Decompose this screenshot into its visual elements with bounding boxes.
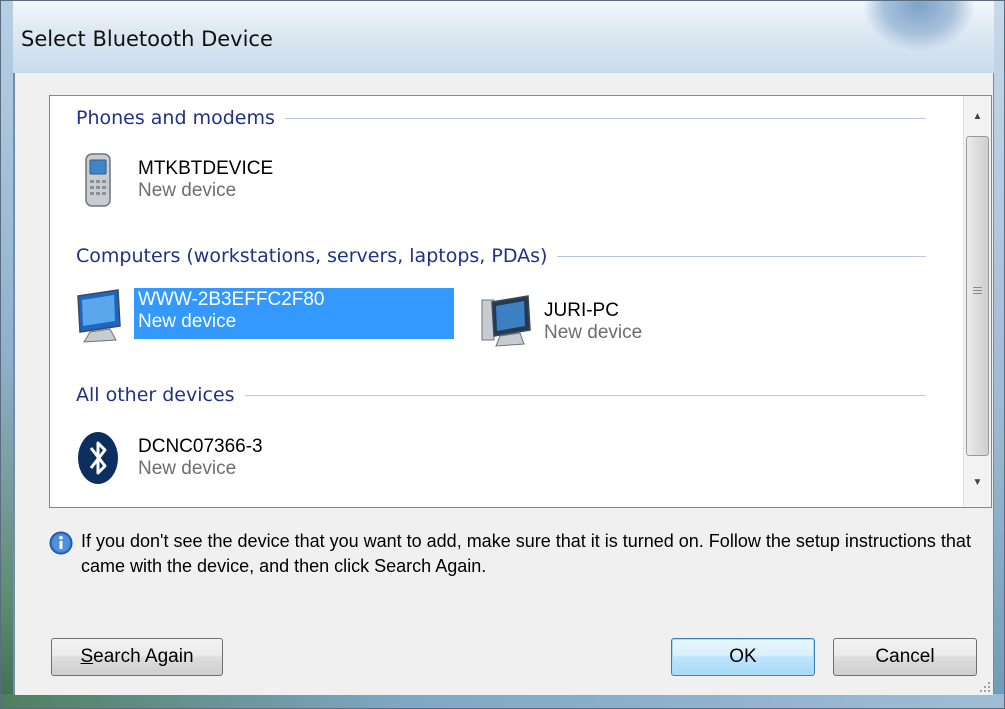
window-title: Select Bluetooth Device <box>21 27 273 51</box>
group-divider <box>557 255 926 257</box>
group-label: Computers (workstations, servers, laptop… <box>76 245 548 267</box>
device-item-www-2b3effc2f80[interactable]: WWW-2B3EFFC2F80 New device <box>72 288 454 350</box>
grip-icon <box>973 287 982 296</box>
search-again-button[interactable]: Search Again <box>51 638 223 676</box>
window-frame-right <box>994 1 1004 708</box>
phone-icon <box>85 153 111 207</box>
scrollbar-thumb[interactable] <box>966 136 989 456</box>
dialog-client-area: Phones and modems MTKBTDEVICE New device <box>15 73 993 695</box>
device-status: New device <box>138 180 237 201</box>
device-status: New device <box>138 311 237 332</box>
scroll-down-icon[interactable]: ▼ <box>965 468 990 496</box>
group-divider <box>244 394 926 396</box>
device-name: MTKBTDEVICE <box>138 158 274 179</box>
cancel-button[interactable]: Cancel <box>833 638 977 676</box>
group-label: All other devices <box>76 384 235 406</box>
group-label: Phones and modems <box>76 107 275 129</box>
device-status: New device <box>544 322 643 343</box>
device-item-mtkbtdevice[interactable]: MTKBTDEVICE New device <box>72 152 277 214</box>
device-item-juri-pc[interactable]: JURI-PC New device <box>478 294 646 356</box>
device-item-dcnc07366-3[interactable]: DCNC07366-3 New device <box>72 430 267 492</box>
resize-grip-icon[interactable] <box>977 679 991 693</box>
info-text: If you don't see the device that you wan… <box>81 531 971 576</box>
window-frame-left <box>1 1 13 708</box>
device-name: WWW-2B3EFFC2F80 <box>138 289 325 310</box>
ok-label: OK <box>729 646 757 667</box>
vertical-scrollbar[interactable]: ▲ ▼ <box>963 96 991 507</box>
group-header-computers: Computers (workstations, servers, laptop… <box>76 244 926 268</box>
info-message: If you don't see the device that you wan… <box>49 529 979 579</box>
window-frame-bottom <box>1 694 1004 708</box>
device-name: DCNC07366-3 <box>138 436 263 457</box>
search-again-accel: S <box>80 646 94 667</box>
device-name: JURI-PC <box>544 300 619 321</box>
computer-icon <box>481 295 531 347</box>
bluetooth-icon <box>78 432 118 484</box>
title-bar[interactable]: Select Bluetooth Device <box>1 1 1004 73</box>
device-status: New device <box>138 458 237 479</box>
cancel-label: Cancel <box>875 646 935 667</box>
title-bar-glow <box>864 1 974 51</box>
computer-icon <box>77 289 121 343</box>
ok-button[interactable]: OK <box>671 638 815 676</box>
search-again-label: earch Again <box>93 646 194 667</box>
scroll-up-icon[interactable]: ▲ <box>965 102 990 130</box>
info-icon <box>49 531 73 555</box>
device-list[interactable]: Phones and modems MTKBTDEVICE New device <box>49 95 992 508</box>
dialog-window: Select Bluetooth Device Phones and modem… <box>0 0 1005 709</box>
group-header-other: All other devices <box>76 383 926 407</box>
group-divider <box>284 117 926 119</box>
group-header-phones: Phones and modems <box>76 106 926 130</box>
